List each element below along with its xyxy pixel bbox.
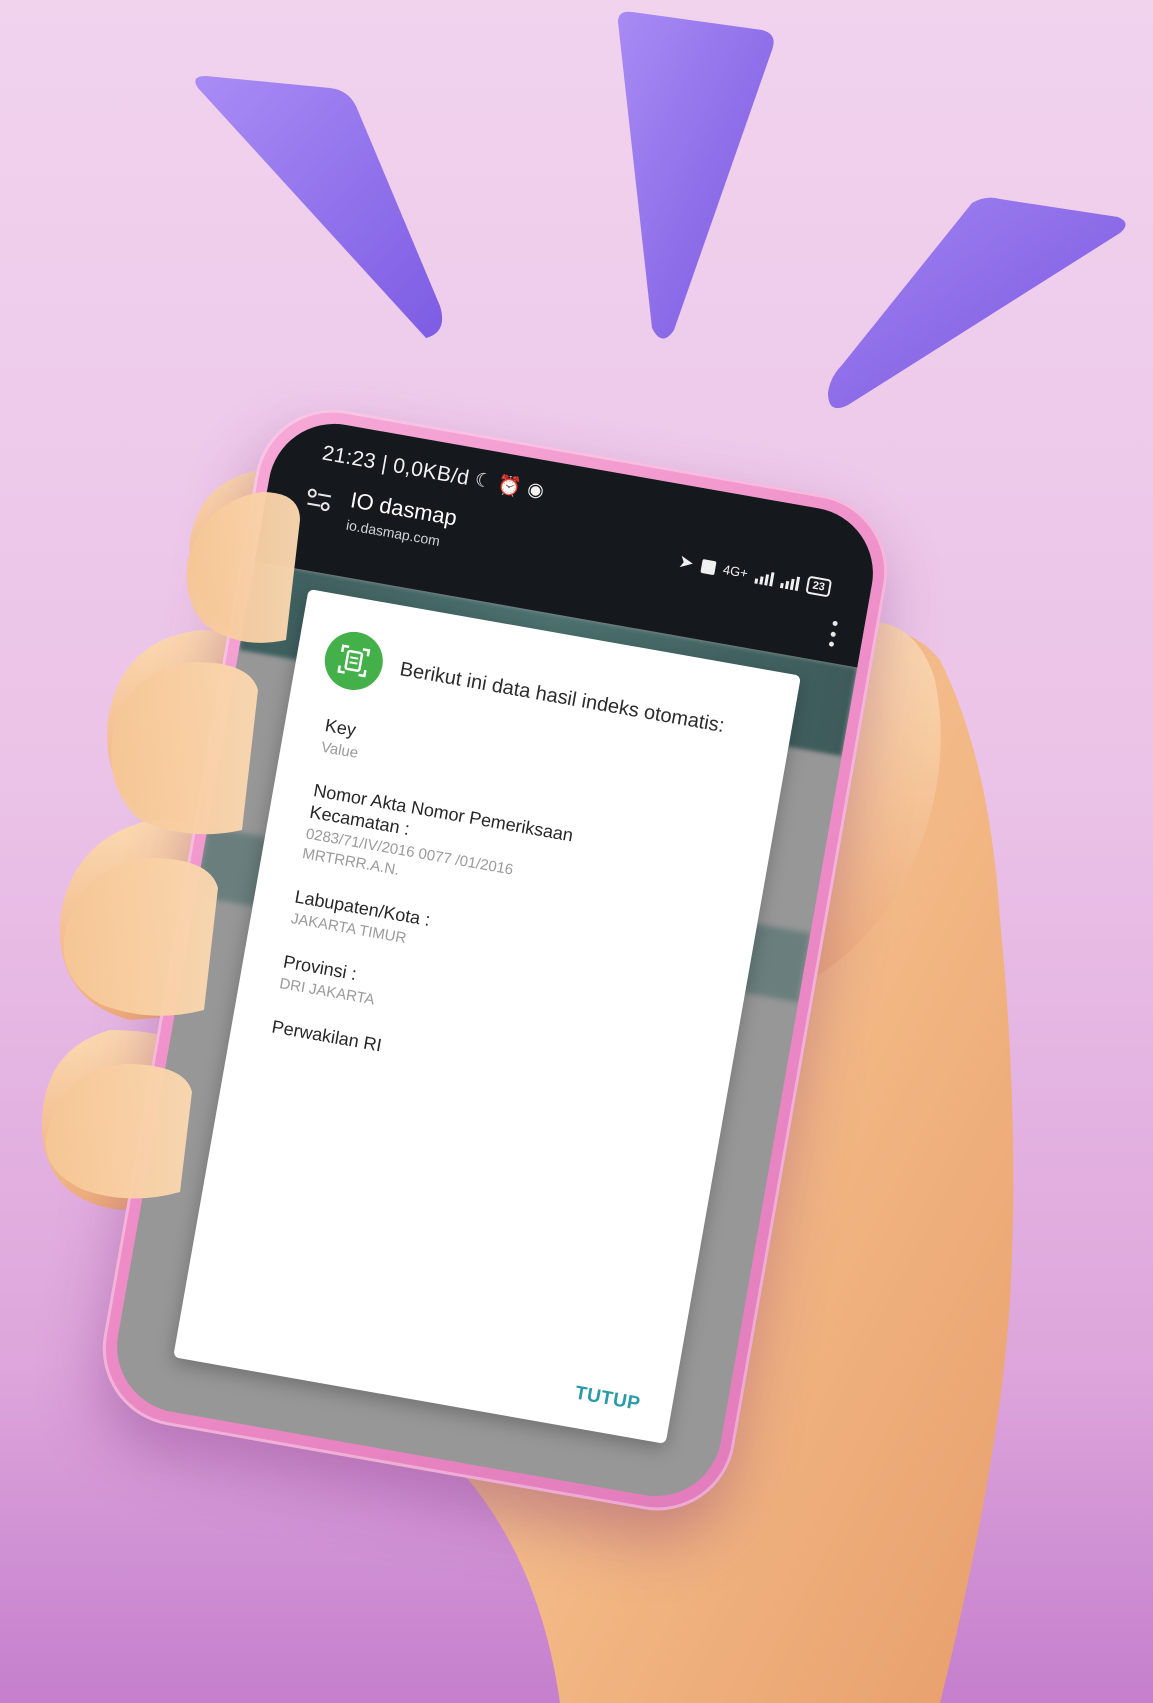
alarm-icon: ⏰ [495,474,524,500]
ocr-result-dialog: Berikut ini data hasil indeks otomatis: … [173,588,801,1444]
more-options-icon[interactable] [828,620,839,648]
page-settings-icon[interactable] [304,487,333,513]
dialog-title: Berikut ini data hasil indeks otomatis: [398,658,727,738]
index-fields-list: Key Value Nomor Akta Nomor Pemeriksaan K… [266,714,760,1135]
status-bar-right: ➤ 4G+ 23 [677,551,833,598]
moon-icon: ☾ [473,469,494,494]
signal-icon-2 [779,572,801,591]
close-button[interactable]: TUTUP [567,1381,648,1418]
network-label: 4G+ [721,561,750,581]
marketing-scene: 21:23 | 0,0KB/d ☾ ⏰ ◉ ➤ 4G+ 23 IO dasmap… [0,0,1153,1703]
volte-icon [700,558,717,575]
document-scan-icon [320,627,388,695]
signal-icon [754,567,775,586]
circle-badge-icon: ◉ [525,478,546,503]
status-time-speed: 21:23 | 0,0KB/d [320,441,472,491]
location-arrow-icon: ➤ [677,551,696,574]
battery-icon: 23 [805,575,833,598]
